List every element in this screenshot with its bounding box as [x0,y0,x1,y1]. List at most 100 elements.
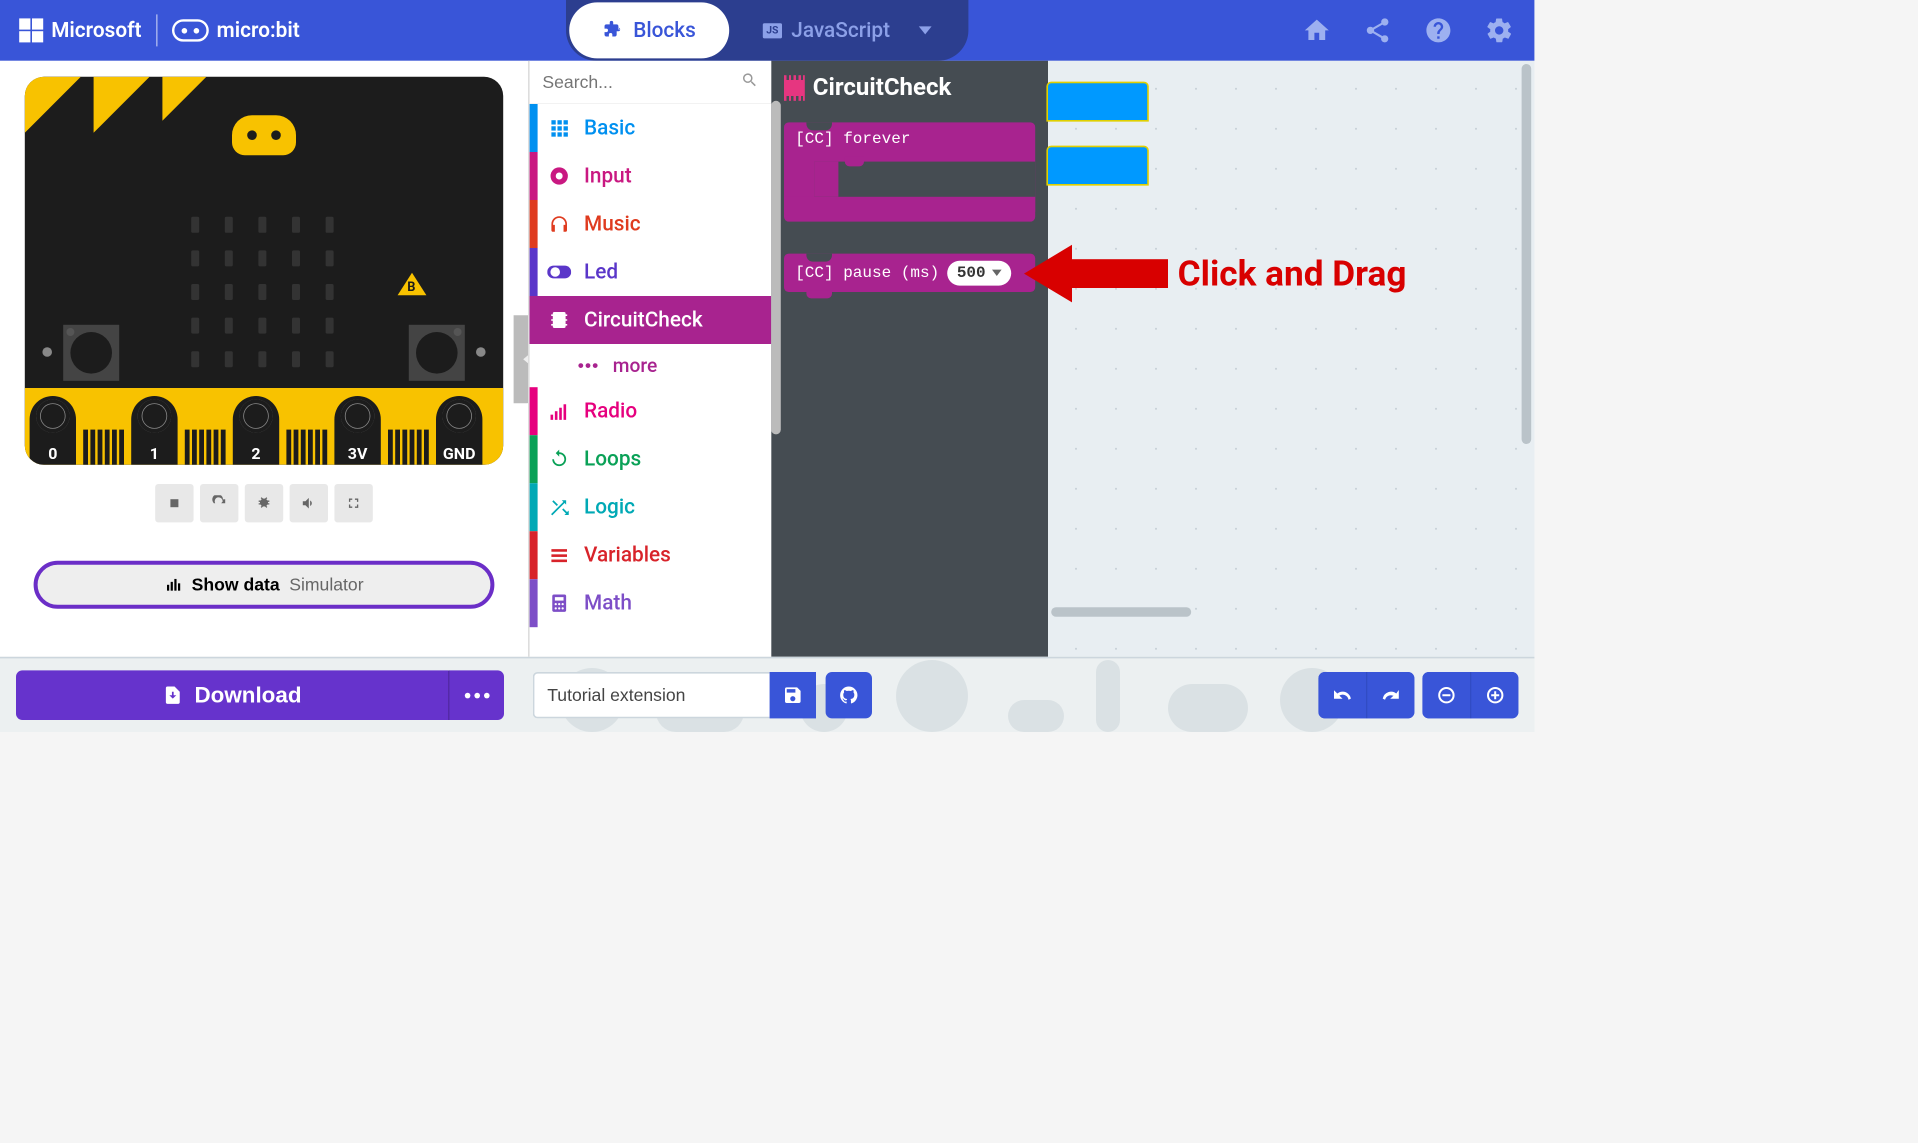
microsoft-icon [19,18,43,42]
category-circuitcheck[interactable]: CircuitCheck [530,296,772,344]
category-math[interactable]: Math [530,579,772,627]
simulator-controls [155,484,373,522]
pin-1[interactable]: 1 [131,396,177,465]
undo-redo-group [1318,672,1414,718]
microbit-simulator[interactable]: A B 0 1 2 3V GND [25,77,503,465]
workspace-block-2[interactable] [1046,146,1148,186]
save-icon [782,685,803,706]
tab-js-label: JavaScript [791,18,890,42]
button-a[interactable] [63,325,119,381]
github-icon [838,685,859,706]
microsoft-logo[interactable]: Microsoft [19,18,141,42]
download-button[interactable]: Download [16,670,448,720]
mute-button[interactable] [290,484,328,522]
stop-button[interactable] [155,484,193,522]
workspace-canvas[interactable] [1048,61,1534,657]
microbit-label: micro:bit [217,18,300,42]
grid-icon [547,116,571,140]
pin-gnd[interactable]: GND [436,396,482,465]
toggle-icon [547,260,571,284]
settings-button[interactable] [1483,14,1515,46]
workspace-scroll-horizontal[interactable] [1051,607,1517,617]
simulator-panel: A B 0 1 2 3V GND [0,61,528,657]
home-button[interactable] [1301,14,1333,46]
category-label: Loops [584,447,641,471]
pin-3v[interactable]: 3V [334,396,380,465]
editor-mode-tabs: Blocks JS JavaScript [566,0,968,61]
collapse-simulator-button[interactable] [514,315,528,403]
pin-0[interactable]: 0 [30,396,76,465]
fullscreen-button[interactable] [334,484,372,522]
show-data-button[interactable]: Show data Simulator [34,561,495,609]
header-bar: Microsoft micro:bit Blocks JS JavaScript [0,0,1534,61]
undo-button[interactable] [1318,672,1366,718]
category-basic[interactable]: Basic [530,104,772,152]
category-label: Logic [584,495,635,519]
block-cc-forever[interactable]: [CC] forever [784,122,1035,221]
label-b-icon: B [398,273,427,295]
category-logic[interactable]: Logic [530,483,772,531]
chip-icon [547,308,571,332]
redo-button[interactable] [1366,672,1414,718]
category-more[interactable]: more [530,344,772,387]
project-name-input[interactable] [533,672,770,718]
category-label: Music [584,212,641,236]
block-cc-pause[interactable]: [CC] pause (ms) 500 [784,254,1035,292]
bars-icon [547,399,571,423]
zoom-out-button[interactable] [1422,672,1470,718]
toolbox-scrollbar[interactable] [771,101,781,657]
zoom-group [1422,672,1518,718]
toolbox-search[interactable] [530,61,772,104]
tab-javascript[interactable]: JS JavaScript [729,2,965,58]
workspace-scroll-vertical[interactable] [1522,64,1532,607]
lines-icon [547,543,571,567]
save-button[interactable] [770,672,816,718]
pin-2[interactable]: 2 [233,396,279,465]
workspace-block-1[interactable] [1046,82,1148,122]
category-loops[interactable]: Loops [530,435,772,483]
js-icon: JS [763,23,782,38]
led-matrix [191,217,337,363]
chip-icon [784,75,805,101]
download-options-button[interactable] [448,670,504,720]
share-button[interactable] [1362,14,1394,46]
download-icon [162,685,183,706]
headphones-icon [547,212,571,236]
blocks-flyout: CircuitCheck [CC] forever [CC] pause (ms… [771,61,1048,657]
block-cc-forever-label: [CC] forever [795,130,910,148]
microsoft-label: Microsoft [51,18,141,42]
block-cc-pause-label: [CC] pause (ms) [795,264,939,282]
chevron-down-icon[interactable] [919,26,932,34]
tab-blocks-label: Blocks [633,18,696,42]
edge-connector: 0 1 2 3V GND [25,388,503,465]
header-actions [1301,14,1515,46]
category-label: Basic [584,116,635,140]
dots-icon [576,354,600,378]
loop-icon [547,447,571,471]
footer-bar: Download [0,657,1534,732]
zoom-in-button[interactable] [1470,672,1518,718]
category-label: Math [584,591,632,615]
microbit-face-icon [232,115,296,155]
calc-icon [547,591,571,615]
search-input[interactable] [542,72,758,93]
bars-icon [164,576,182,594]
category-label: Led [584,260,618,284]
button-b[interactable] [409,325,465,381]
microbit-logo[interactable]: micro:bit [172,18,300,42]
help-button[interactable] [1422,14,1454,46]
debug-button[interactable] [245,484,283,522]
microbit-icon [172,19,209,41]
tab-blocks[interactable]: Blocks [569,2,729,58]
toolbox: Basic Input Music Led CircuitCheck moreRadio L… [528,61,771,657]
github-button[interactable] [826,672,872,718]
pause-value-dropdown[interactable]: 500 [947,260,1011,285]
category-variables[interactable]: Variables [530,531,772,579]
category-radio[interactable]: Radio [530,387,772,435]
category-label: CircuitCheck [584,308,703,332]
category-music[interactable]: Music [530,200,772,248]
category-led[interactable]: Led [530,248,772,296]
restart-button[interactable] [200,484,238,522]
category-input[interactable]: Input [530,152,772,200]
show-data-target: Simulator [289,574,363,595]
